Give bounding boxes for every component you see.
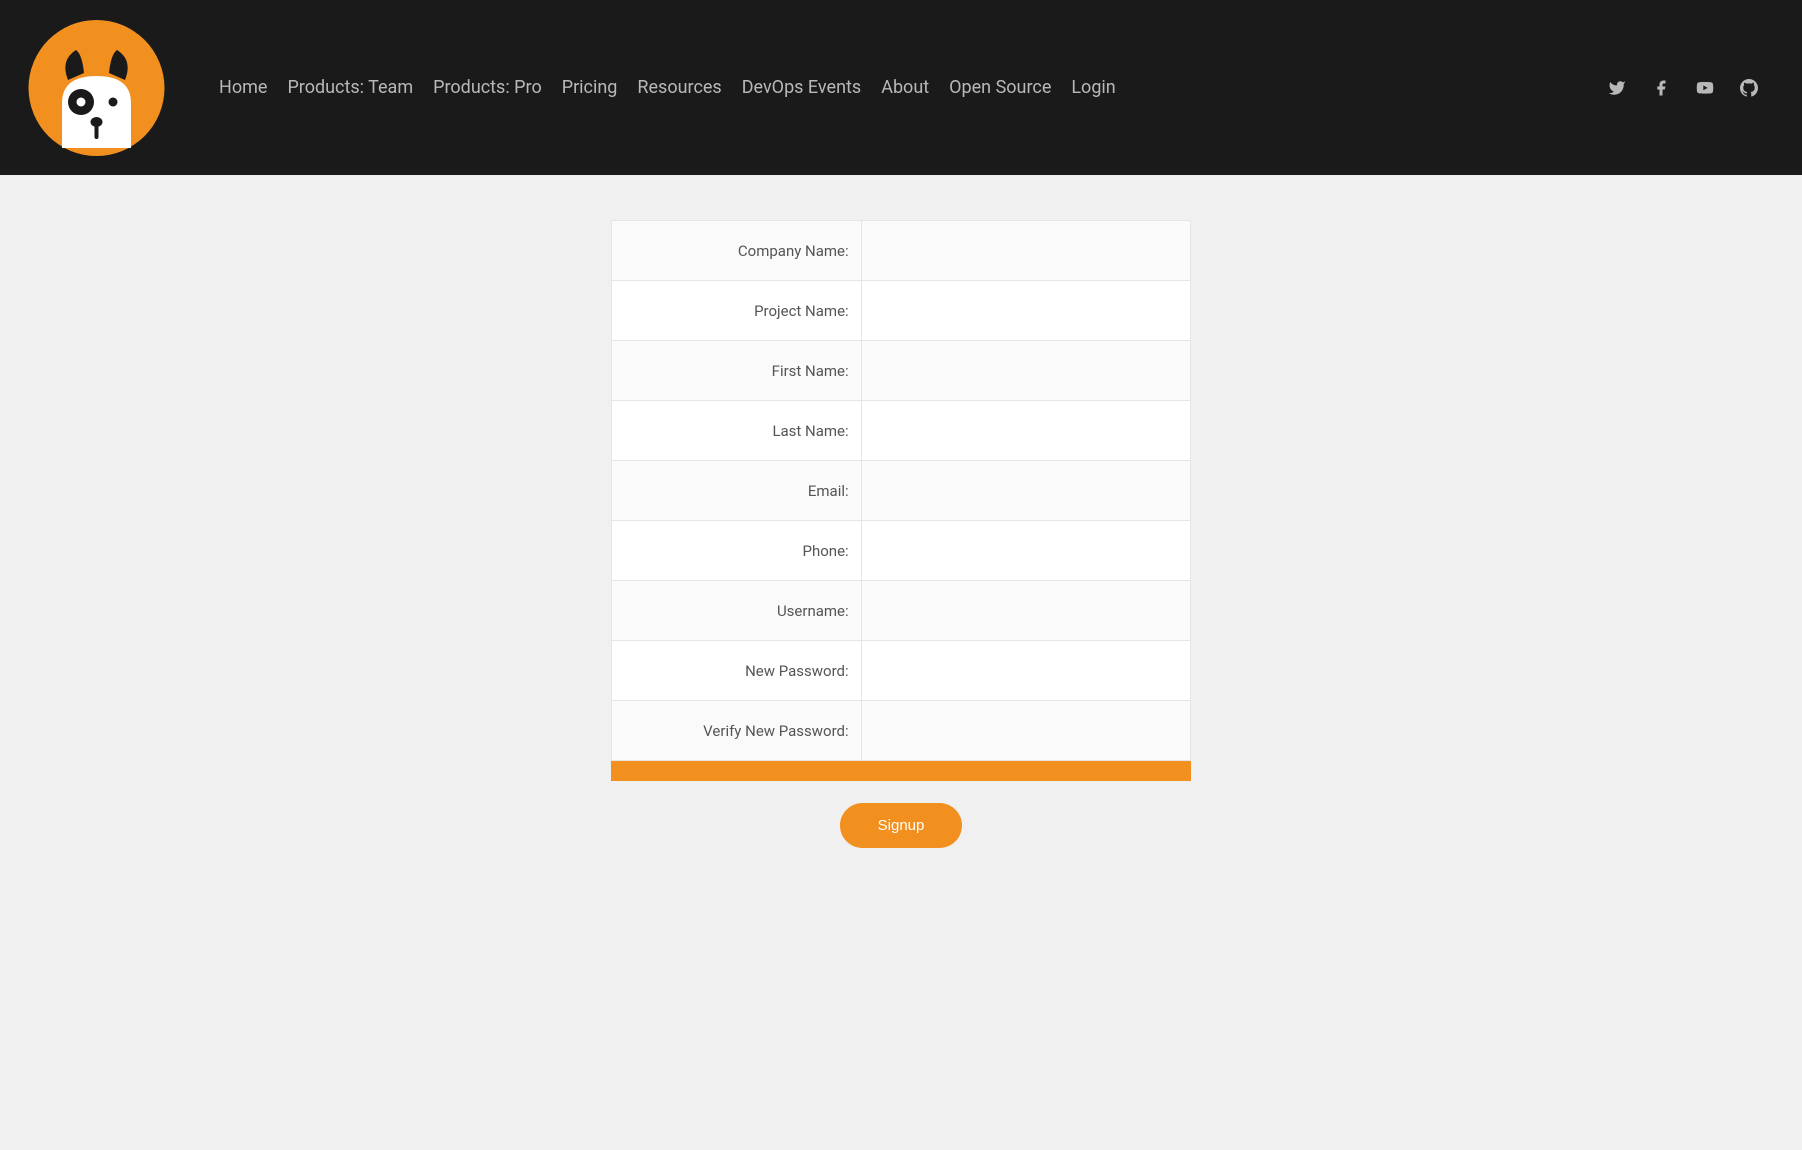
nav-pricing[interactable]: Pricing bbox=[562, 77, 618, 98]
first-name-input[interactable] bbox=[874, 363, 1178, 380]
verify-password-input[interactable] bbox=[874, 723, 1178, 740]
social-icons bbox=[1608, 79, 1758, 97]
project-name-label: Project Name: bbox=[612, 281, 862, 341]
main-nav: Home Products: Team Products: Pro Pricin… bbox=[219, 77, 1116, 98]
nav-open-source[interactable]: Open Source bbox=[949, 77, 1051, 98]
signup-button[interactable]: Signup bbox=[840, 803, 963, 848]
nav-products-team[interactable]: Products: Team bbox=[287, 77, 413, 98]
table-row: Email: bbox=[612, 461, 1191, 521]
nav-products-pro[interactable]: Products: Pro bbox=[433, 77, 542, 98]
company-name-label: Company Name: bbox=[612, 221, 862, 281]
last-name-label: Last Name: bbox=[612, 401, 862, 461]
email-label: Email: bbox=[612, 461, 862, 521]
main-content: Company Name: Project Name: First Name: … bbox=[0, 175, 1802, 848]
nav-devops-events[interactable]: DevOps Events bbox=[742, 77, 861, 98]
table-row: Last Name: bbox=[612, 401, 1191, 461]
dog-logo-icon bbox=[24, 18, 169, 158]
table-row: Phone: bbox=[612, 521, 1191, 581]
accent-divider bbox=[611, 761, 1191, 781]
last-name-input[interactable] bbox=[874, 423, 1178, 440]
twitter-icon[interactable] bbox=[1608, 79, 1626, 97]
phone-label: Phone: bbox=[612, 521, 862, 581]
github-icon[interactable] bbox=[1740, 79, 1758, 97]
table-row: Verify New Password: bbox=[612, 701, 1191, 761]
nav-home[interactable]: Home bbox=[219, 77, 267, 98]
nav-resources[interactable]: Resources bbox=[637, 77, 721, 98]
nav-login[interactable]: Login bbox=[1071, 77, 1115, 98]
phone-input[interactable] bbox=[874, 543, 1178, 560]
table-row: Username: bbox=[612, 581, 1191, 641]
new-password-input[interactable] bbox=[874, 663, 1178, 680]
signup-form-table: Company Name: Project Name: First Name: … bbox=[611, 220, 1191, 761]
new-password-label: New Password: bbox=[612, 641, 862, 701]
youtube-icon[interactable] bbox=[1696, 79, 1714, 97]
nav-about[interactable]: About bbox=[881, 77, 929, 98]
verify-password-label: Verify New Password: bbox=[612, 701, 862, 761]
table-row: First Name: bbox=[612, 341, 1191, 401]
project-name-input[interactable] bbox=[874, 303, 1178, 320]
table-row: Company Name: bbox=[612, 221, 1191, 281]
username-input[interactable] bbox=[874, 603, 1178, 620]
company-name-input[interactable] bbox=[874, 243, 1178, 260]
table-row: Project Name: bbox=[612, 281, 1191, 341]
email-input[interactable] bbox=[874, 483, 1178, 500]
first-name-label: First Name: bbox=[612, 341, 862, 401]
header: Home Products: Team Products: Pro Pricin… bbox=[0, 0, 1802, 175]
table-row: New Password: bbox=[612, 641, 1191, 701]
username-label: Username: bbox=[612, 581, 862, 641]
facebook-icon[interactable] bbox=[1652, 79, 1670, 97]
logo[interactable] bbox=[24, 18, 169, 158]
